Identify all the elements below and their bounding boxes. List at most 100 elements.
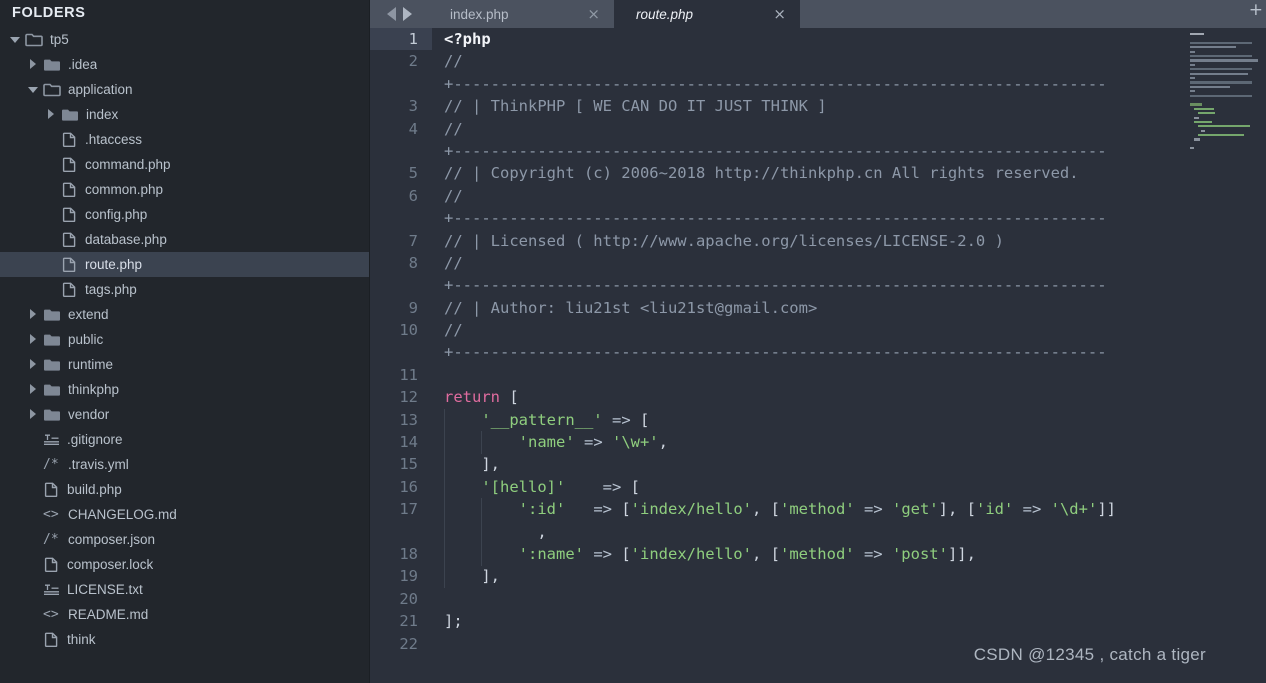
code-editor[interactable]: 1 2 3 4 5 6 7 8 9 10 11 12 13 14 15 16 17 18 19 20 21 22 <?ph… [370, 28, 1266, 683]
code-line[interactable]: // [444, 185, 1266, 207]
code-token: , [444, 522, 547, 541]
minimap[interactable] [1186, 28, 1266, 683]
close-icon[interactable]: × [773, 6, 786, 22]
tree-item[interactable]: /* .travis.yml [0, 452, 369, 477]
text-file-icon [43, 432, 60, 447]
tree-item[interactable]: application [0, 77, 369, 102]
tab-nav-controls[interactable] [370, 0, 428, 28]
chevron-right-icon[interactable] [28, 409, 39, 420]
code-token: 'id' [975, 500, 1014, 519]
chevron-down-icon[interactable] [10, 34, 21, 45]
code-line[interactable]: ':name' => ['index/hello', ['method' => … [444, 543, 1266, 565]
chevron-right-icon[interactable] [28, 359, 39, 370]
close-icon[interactable]: × [587, 6, 600, 22]
code-line[interactable]: // | Licensed ( http://www.apache.org/li… [444, 230, 1266, 252]
tree-item[interactable]: command.php [0, 152, 369, 177]
indent-guide [481, 498, 483, 521]
editor-tab[interactable]: route.php × [614, 0, 800, 28]
code-line[interactable]: ':id' => ['index/hello', ['method' => 'g… [444, 498, 1266, 520]
code-line[interactable]: // | ThinkPHP [ WE CAN DO IT JUST THINK … [444, 95, 1266, 117]
tree-item[interactable]: composer.lock [0, 552, 369, 577]
code-line[interactable]: // [444, 118, 1266, 140]
triangle-left-icon[interactable] [386, 7, 396, 21]
code-line[interactable]: // [444, 319, 1266, 341]
code-token: // [444, 253, 463, 272]
tree-item[interactable]: .gitignore [0, 427, 369, 452]
triangle-right-icon[interactable] [402, 7, 412, 21]
tree-item-selected[interactable]: route.php [0, 252, 369, 277]
editor-tab[interactable]: index.php × [428, 0, 614, 28]
chevron-right-icon[interactable] [46, 109, 57, 120]
code-line[interactable]: ], [444, 453, 1266, 475]
code-line[interactable]: // | Copyright (c) 2006~2018 http://thin… [444, 162, 1266, 184]
chevron-right-icon[interactable] [28, 59, 39, 70]
minimap-line-bar [1198, 125, 1250, 128]
code-line[interactable]: +---------------------------------------… [444, 274, 1266, 296]
tree-item[interactable]: vendor [0, 402, 369, 427]
tree-item[interactable]: <> CHANGELOG.md [0, 502, 369, 527]
code-line[interactable] [444, 364, 1266, 386]
code-line[interactable]: // [444, 252, 1266, 274]
tree-item[interactable]: thinkphp [0, 377, 369, 402]
code-line[interactable]: // [444, 50, 1266, 72]
code-line[interactable]: +---------------------------------------… [444, 207, 1266, 229]
tree-item[interactable]: public [0, 327, 369, 352]
document-file-icon [43, 632, 60, 647]
code-line[interactable]: 'name' => '\w+', [444, 431, 1266, 453]
tree-item[interactable]: .idea [0, 52, 369, 77]
chevron-right-icon[interactable] [28, 309, 39, 320]
minimap-line-bar [1190, 68, 1252, 71]
code-line[interactable]: +---------------------------------------… [444, 140, 1266, 162]
code-token: // [444, 321, 463, 340]
code-token: => [565, 477, 631, 496]
tree-item[interactable]: database.php [0, 227, 369, 252]
chevron-right-icon[interactable] [28, 334, 39, 345]
code-line[interactable]: +---------------------------------------… [444, 341, 1266, 363]
code-line[interactable]: '__pattern__' => [ [444, 409, 1266, 431]
tree-item[interactable]: runtime [0, 352, 369, 377]
code-line[interactable] [444, 588, 1266, 610]
tree-item[interactable]: think [0, 627, 369, 652]
minimap-line-bar [1190, 50, 1195, 53]
code-token: ':name' [518, 544, 584, 563]
tree-item[interactable]: .htaccess [0, 127, 369, 152]
tree-item[interactable]: tags.php [0, 277, 369, 302]
code-token: // | Copyright (c) 2006~2018 http://thin… [444, 164, 1079, 183]
tree-item-label: database.php [85, 232, 167, 247]
code-line[interactable]: , [444, 521, 1266, 543]
code-line[interactable]: '[hello]' => [ [444, 476, 1266, 498]
indent-guide [444, 498, 445, 521]
tree-item[interactable]: extend [0, 302, 369, 327]
line-number [370, 207, 432, 229]
tree-item[interactable]: config.php [0, 202, 369, 227]
code-token: ], [444, 455, 500, 474]
line-number [370, 274, 432, 296]
tree-item[interactable]: index [0, 102, 369, 127]
tree-item[interactable]: /* composer.json [0, 527, 369, 552]
tree-item[interactable]: common.php [0, 177, 369, 202]
code-content-area[interactable]: <?php // +--------------------------------… [432, 28, 1266, 683]
chevron-down-icon[interactable] [28, 84, 39, 95]
code-line[interactable]: return [ [444, 386, 1266, 408]
new-tab-button[interactable]: + [1249, 2, 1263, 19]
tree-item[interactable]: tp5 [0, 27, 369, 52]
code-token: '[hello]' [481, 477, 566, 496]
code-line[interactable]: <?php [444, 28, 1266, 50]
tree-item[interactable]: <> README.md [0, 602, 369, 627]
folder-closed-icon [61, 107, 79, 122]
watermark-text: CSDN @12345 , catch a tiger [973, 645, 1206, 664]
code-line[interactable]: +---------------------------------------… [444, 73, 1266, 95]
chevron-right-icon[interactable] [28, 384, 39, 395]
code-line[interactable]: // | Author: liu21st <liu21st@gmail.com> [444, 297, 1266, 319]
folder-open-icon [25, 32, 43, 47]
minimap-line-bar [1190, 59, 1258, 62]
tree-item[interactable]: build.php [0, 477, 369, 502]
code-token: [ [500, 388, 519, 407]
code-line[interactable]: ], [444, 565, 1266, 587]
code-line[interactable]: ]; [444, 610, 1266, 632]
tree-item[interactable]: LICENSE.txt [0, 577, 369, 602]
line-number: 1 [370, 28, 432, 51]
minimap-line-bar [1194, 116, 1199, 119]
